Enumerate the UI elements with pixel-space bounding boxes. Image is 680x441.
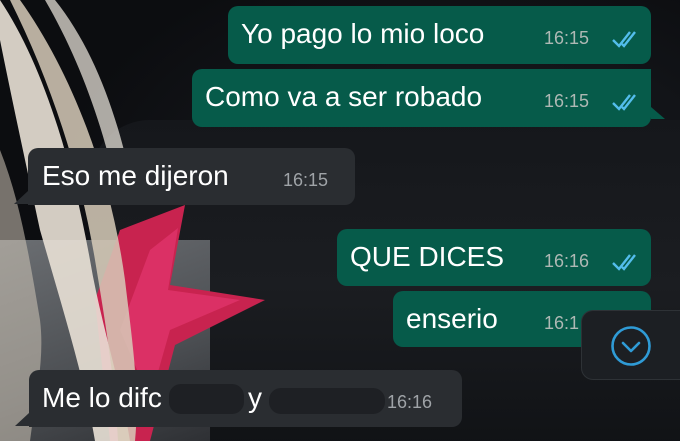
bubble-tail [15, 413, 29, 426]
message-text: Yo pago lo mio loco [241, 18, 485, 49]
message-time: 16:16 [544, 251, 590, 271]
message-text: QUE DICES [350, 241, 505, 272]
message-bubble-outgoing[interactable]: QUE DICES 16:16 [337, 229, 651, 286]
message-time: 16:1 [544, 313, 580, 333]
redaction-mark [269, 388, 385, 414]
message-text: Eso me dijeron [42, 160, 229, 191]
bubble-tail [651, 107, 665, 119]
message-bubble-incoming[interactable]: Me lo difc y 16:16 [29, 370, 462, 427]
scroll-to-bottom-button[interactable] [581, 310, 680, 380]
message-bubble-outgoing[interactable]: Yo pago lo mio loco 16:15 [228, 6, 651, 64]
message-time: 16:16 [387, 392, 433, 412]
message-text: enserio [406, 303, 498, 334]
chevron-down-circle-icon [611, 326, 651, 366]
message-text-after-redaction: y [248, 382, 262, 413]
message-time: 16:15 [283, 170, 329, 190]
read-ticks-icon [612, 254, 636, 271]
bubble-tail [14, 191, 28, 204]
message-bubble-incoming[interactable]: Eso me dijeron 16:15 [28, 148, 355, 205]
message-bubble-outgoing[interactable]: Como va a ser robado 16:15 [192, 69, 651, 127]
message-text: Me lo difc [42, 382, 162, 413]
read-ticks-icon [612, 94, 636, 111]
message-text: Como va a ser robado [205, 81, 483, 112]
redaction-mark [169, 384, 244, 414]
message-time: 16:15 [544, 91, 590, 111]
message-time: 16:15 [544, 28, 590, 48]
read-ticks-icon [612, 31, 636, 48]
